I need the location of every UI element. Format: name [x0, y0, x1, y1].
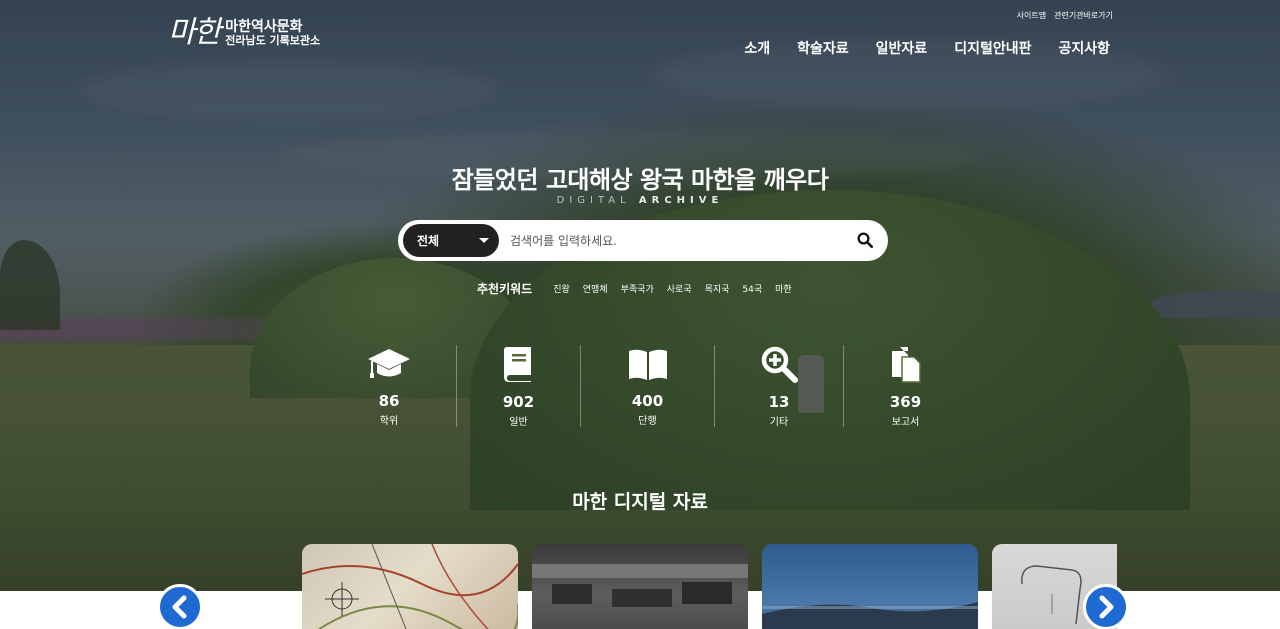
- digital-archive-carousel: [302, 544, 1117, 629]
- keyword-item[interactable]: 사로국: [667, 282, 692, 295]
- stat-etc[interactable]: 13 기타: [714, 345, 843, 428]
- carousel-next-button[interactable]: [1083, 584, 1129, 629]
- keyword-item[interactable]: 진왕: [553, 282, 570, 295]
- search-category-value: 전체: [417, 234, 440, 248]
- nav-item-intro[interactable]: 소개: [744, 38, 770, 58]
- stats-bar: 86 학위 902 일반 400 단행 13 기타 369 보고서: [322, 345, 967, 428]
- graduation-cap-icon: [368, 348, 410, 378]
- search-category-select[interactable]: 전체: [403, 224, 499, 257]
- nav-item-digital-board[interactable]: 디지털안내판: [954, 38, 1031, 58]
- chevron-right-icon: [1099, 595, 1114, 619]
- search-icon[interactable]: [856, 231, 874, 249]
- stat-value: 369: [889, 393, 922, 411]
- site-header: 마한 마한역사문화 전라남도 기록보관소 사이트맵 관련기관바로가기 소개 학술…: [0, 0, 1280, 80]
- stat-value: 86: [378, 392, 400, 410]
- archive-card[interactable]: [302, 544, 518, 629]
- stat-degree[interactable]: 86 학위: [322, 345, 456, 427]
- aerial-photo-thumbnail-image: [532, 564, 748, 607]
- keyword-item[interactable]: 연맹체: [583, 282, 608, 295]
- open-book-icon: [628, 349, 667, 380]
- logo-subtitle: 전라남도 기록보관소: [225, 33, 321, 47]
- stat-label: 단행: [638, 416, 657, 427]
- search-input[interactable]: [510, 229, 830, 253]
- stat-monograph[interactable]: 400 단행: [580, 345, 714, 427]
- sitemap-link[interactable]: 사이트맵: [1017, 10, 1046, 21]
- caret-down-icon: [479, 238, 489, 243]
- nav-item-notice[interactable]: 공지사항: [1058, 38, 1110, 58]
- keyword-item[interactable]: 목지국: [705, 282, 730, 295]
- stat-label: 학위: [379, 416, 399, 427]
- keyword-item[interactable]: 부족국가: [621, 282, 654, 295]
- site-logo[interactable]: 마한 마한역사문화 전라남도 기록보관소: [168, 18, 320, 48]
- hero-sub-light: DIGITAL: [556, 195, 631, 206]
- chevron-left-icon: [172, 595, 187, 619]
- keyword-item[interactable]: 마한: [775, 282, 792, 295]
- keywords-title: 추천키워드: [477, 282, 533, 296]
- keyword-item[interactable]: 54국: [742, 282, 762, 295]
- book-icon: [503, 347, 531, 382]
- stat-general[interactable]: 902 일반: [456, 345, 580, 428]
- stat-value: 902: [502, 393, 535, 411]
- stat-label: 보고서: [891, 417, 920, 428]
- utility-links: 사이트맵 관련기관바로가기: [1017, 10, 1113, 21]
- hero-subline: DIGITAL ARCHIVE: [0, 195, 1280, 206]
- section-title: 마한 디지털 자료: [572, 491, 708, 513]
- carousel-prev-button[interactable]: [157, 584, 203, 629]
- zoom-in-icon: [761, 346, 798, 383]
- nav-item-academic[interactable]: 학술자료: [797, 38, 849, 58]
- recommended-keywords: 추천키워드 진왕 연맹체 부족국가 사로국 목지국 54국 마한: [477, 280, 792, 297]
- archive-card[interactable]: [532, 544, 748, 629]
- nav-item-general[interactable]: 일반자료: [876, 38, 928, 58]
- search-bar: 전체: [398, 220, 888, 261]
- archive-card[interactable]: [762, 544, 978, 629]
- main-nav: 소개 학술자료 일반자료 디지털안내판 공지사항: [744, 38, 1110, 58]
- stat-label: 기타: [769, 417, 789, 428]
- stat-report[interactable]: 369 보고서: [843, 345, 967, 428]
- related-sites-link[interactable]: 관련기관바로가기: [1054, 10, 1113, 21]
- map-thumbnail-image: [302, 544, 518, 629]
- landscape-thumbnail-image: [762, 602, 978, 629]
- documents-icon: [891, 347, 921, 383]
- logo-title: 마한역사문화: [225, 18, 303, 35]
- main-content: 잠들었던 고대해상 왕국 마한을 깨우다 DIGITAL ARCHIVE 전체 …: [0, 0, 1280, 629]
- stat-value: 13: [768, 393, 790, 411]
- stat-value: 400: [631, 392, 664, 410]
- hero-headline: 잠들었던 고대해상 왕국 마한을 깨우다: [451, 166, 829, 194]
- stat-label: 일반: [509, 417, 528, 428]
- logo-mark: 마한: [168, 15, 221, 50]
- hero-sub-bold: ARCHIVE: [638, 195, 724, 206]
